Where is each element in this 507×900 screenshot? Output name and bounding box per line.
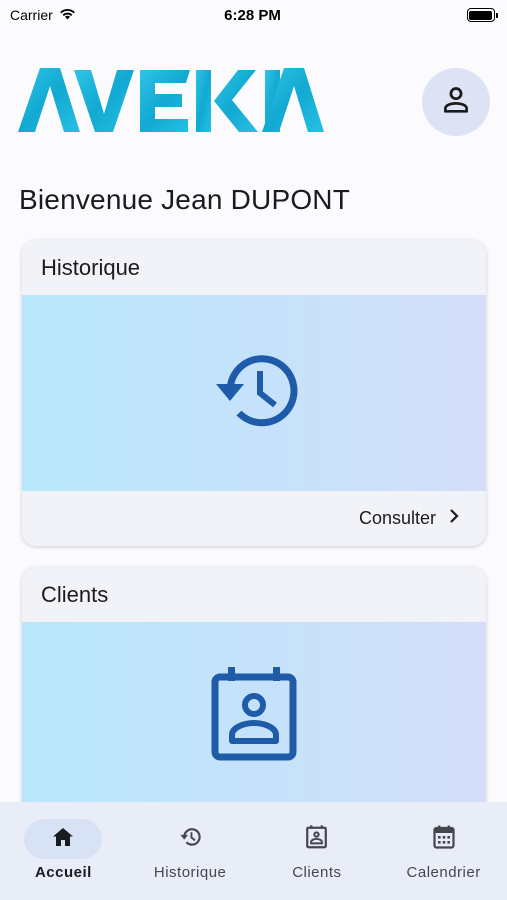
home-icon [52,827,74,852]
nav-label-accueil: Accueil [34,864,92,881]
consulter-button[interactable]: Consulter [22,491,486,546]
history-icon [178,826,202,853]
nav-item-calendrier[interactable]: Calendrier [380,802,507,900]
status-right [375,8,498,22]
history-card-title: Historique [41,255,141,280]
nav-label-historique: Historique [153,864,227,881]
welcome-heading: Bienvenue Jean DUPONT [19,184,351,215]
person-icon [439,83,473,122]
clients-card-media [22,622,486,827]
history-card[interactable]: Historique Consulter [22,240,486,546]
calendar-icon [433,825,455,854]
nav-item-clients[interactable]: Clients [254,802,381,900]
chevron-right-icon [448,508,460,529]
contact-card-icon [306,824,328,854]
clients-card[interactable]: Clients [22,567,486,827]
status-left: Carrier [10,7,130,23]
nav-item-historique[interactable]: Historique [127,802,254,900]
history-icon [204,346,304,441]
history-card-media [22,295,486,491]
bottom-navigation: Accueil Historique Clients Calendrier [0,802,507,900]
contact-card-icon [211,667,297,768]
nav-label-calendrier: Calendrier [406,864,481,881]
wifi-icon [59,7,76,23]
clients-card-title: Clients [41,582,109,607]
nav-label-clients: Clients [292,864,342,881]
status-bar: Carrier 6:28 PM [0,0,507,30]
avekia-logo [18,68,324,134]
carrier-label: Carrier [10,7,53,23]
battery-icon [466,8,498,22]
nav-item-accueil[interactable]: Accueil [0,802,127,900]
profile-button[interactable] [422,68,490,136]
consulter-label: Consulter [358,508,436,528]
status-time: 6:28 PM [224,6,281,24]
active-indicator [24,819,103,859]
